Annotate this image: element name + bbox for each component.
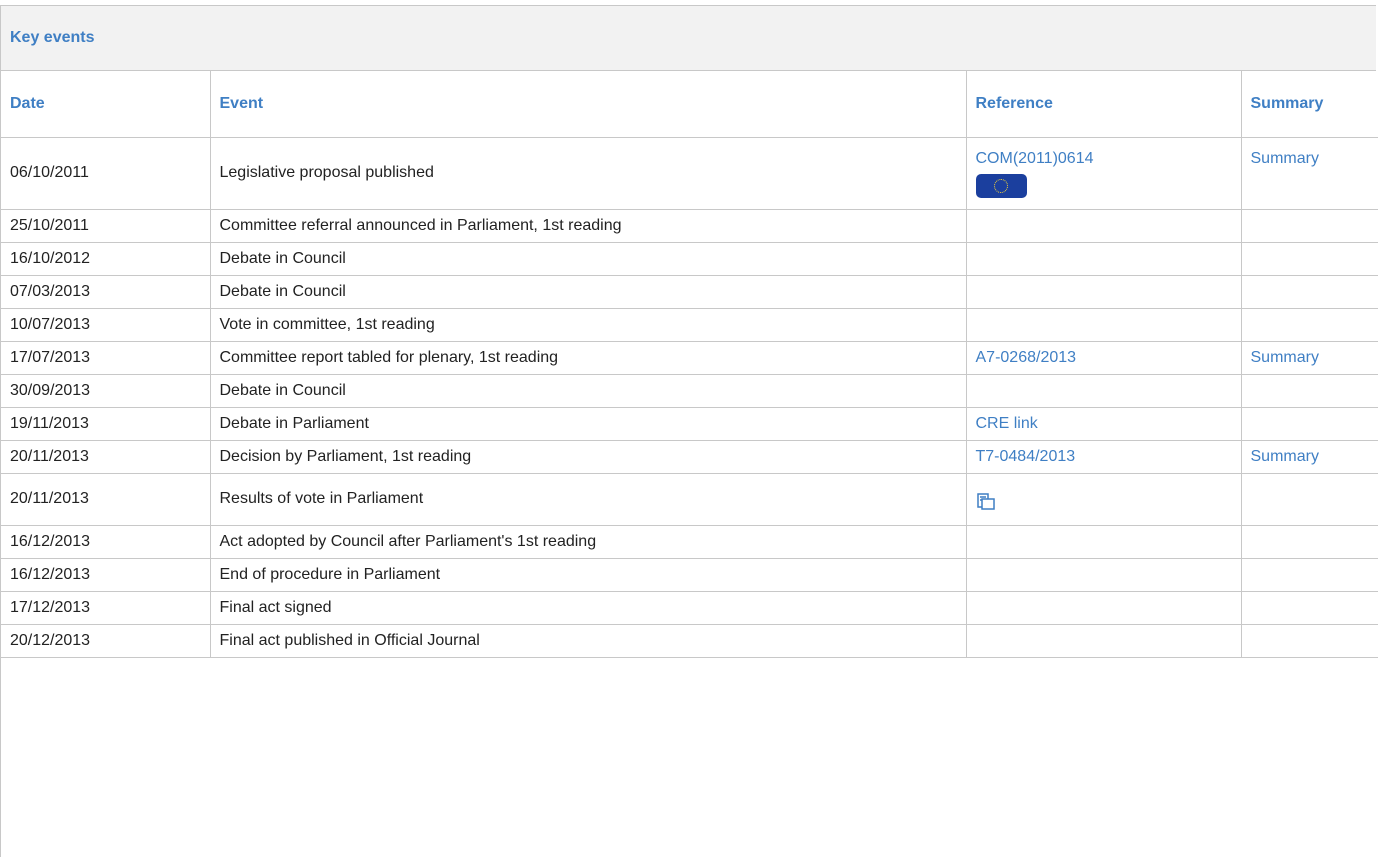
table-row: 17/12/2013 Final act signed: [1, 591, 1378, 625]
panel-header: Key events: [1, 6, 1376, 71]
reference-cell: [966, 374, 1242, 408]
reference-cell: [966, 308, 1242, 342]
table-row: 16/12/2013 Act adopted by Council after …: [1, 525, 1378, 559]
summary-cell: [1241, 209, 1378, 243]
eu-flag-icon[interactable]: [975, 173, 1027, 198]
reference-cell: CRE link: [966, 407, 1242, 441]
cre-link[interactable]: CRE link: [976, 415, 1038, 432]
summary-cell: [1241, 242, 1378, 276]
reference-cell: [966, 624, 1242, 658]
reference-cell: [966, 473, 1242, 526]
reference-cell: [966, 591, 1242, 625]
event-cell: Debate in Council: [210, 374, 967, 408]
event-cell: Debate in Parliament: [210, 407, 967, 441]
event-cell: Results of vote in Parliament: [210, 473, 967, 526]
column-header-reference: Reference: [966, 71, 1242, 138]
summary-cell: [1241, 525, 1378, 559]
event-cell: Committee report tabled for plenary, 1st…: [210, 341, 967, 375]
column-header-event: Event: [210, 71, 967, 138]
summary-cell: [1241, 407, 1378, 441]
date-cell: 25/10/2011: [1, 209, 211, 243]
summary-cell: [1241, 558, 1378, 592]
event-cell: Final act signed: [210, 591, 967, 625]
table-row: 16/10/2012 Debate in Council: [1, 242, 1378, 276]
reference-cell: [966, 242, 1242, 276]
date-cell: 30/09/2013: [1, 374, 211, 408]
date-cell: 17/12/2013: [1, 591, 211, 625]
event-cell: Debate in Council: [210, 242, 967, 276]
summary-cell: [1241, 591, 1378, 625]
reference-link[interactable]: A7-0268/2013: [976, 349, 1077, 366]
event-cell: Committee referral announced in Parliame…: [210, 209, 967, 243]
event-cell: Decision by Parliament, 1st reading: [210, 440, 967, 474]
table-row: 10/07/2013 Vote in committee, 1st readin…: [1, 308, 1378, 342]
summary-cell: [1241, 275, 1378, 309]
event-cell: Legislative proposal published: [210, 137, 967, 210]
reference-cell: [966, 525, 1242, 559]
date-cell: 16/10/2012: [1, 242, 211, 276]
key-events-table: Date Event Reference Summary 06/10/2011 …: [1, 71, 1378, 658]
reference-cell: T7-0484/2013: [966, 440, 1242, 474]
date-cell: 07/03/2013: [1, 275, 211, 309]
table-row: 06/10/2011 Legislative proposal publishe…: [1, 137, 1378, 210]
date-cell: 06/10/2011: [1, 137, 211, 210]
table-row: 20/11/2013 Results of vote in Parliament: [1, 473, 1378, 526]
table-row: 19/11/2013 Debate in Parliament CRE link: [1, 407, 1378, 441]
summary-cell: Summary: [1241, 137, 1378, 210]
reference-cell: A7-0268/2013: [966, 341, 1242, 375]
table-row: 30/09/2013 Debate in Council: [1, 374, 1378, 408]
table-row: 20/12/2013 Final act published in Offici…: [1, 624, 1378, 658]
summary-link[interactable]: Summary: [1251, 150, 1319, 167]
date-cell: 20/11/2013: [1, 440, 211, 474]
column-header-date: Date: [1, 71, 211, 138]
key-events-panel: Key events Date Event Reference Summary …: [0, 5, 1378, 857]
date-cell: 16/12/2013: [1, 525, 211, 559]
event-cell: Debate in Council: [210, 275, 967, 309]
date-cell: 20/12/2013: [1, 624, 211, 658]
reference-cell: [966, 275, 1242, 309]
table-row: 25/10/2011 Committee referral announced …: [1, 209, 1378, 243]
column-header-summary: Summary: [1241, 71, 1378, 138]
event-cell: Vote in committee, 1st reading: [210, 308, 967, 342]
event-cell: Act adopted by Council after Parliament'…: [210, 525, 967, 559]
table-row: 17/07/2013 Committee report tabled for p…: [1, 341, 1378, 375]
date-cell: 17/07/2013: [1, 341, 211, 375]
summary-cell: Summary: [1241, 440, 1378, 474]
date-cell: 20/11/2013: [1, 473, 211, 526]
reference-link[interactable]: COM(2011)0614: [976, 150, 1094, 167]
summary-cell: [1241, 308, 1378, 342]
summary-cell: [1241, 374, 1378, 408]
vote-results-icon[interactable]: [976, 491, 996, 511]
summary-cell: [1241, 473, 1378, 526]
summary-cell: Summary: [1241, 341, 1378, 375]
reference-link[interactable]: T7-0484/2013: [976, 448, 1076, 465]
event-cell: Final act published in Official Journal: [210, 624, 967, 658]
panel-title: Key events: [10, 29, 95, 46]
reference-cell: COM(2011)0614: [966, 137, 1242, 210]
table-header-row: Date Event Reference Summary: [1, 71, 1378, 138]
summary-cell: [1241, 624, 1378, 658]
event-cell: End of procedure in Parliament: [210, 558, 967, 592]
table-row: 07/03/2013 Debate in Council: [1, 275, 1378, 309]
summary-link[interactable]: Summary: [1251, 349, 1319, 366]
date-cell: 19/11/2013: [1, 407, 211, 441]
summary-link[interactable]: Summary: [1251, 448, 1319, 465]
table-row: 20/11/2013 Decision by Parliament, 1st r…: [1, 440, 1378, 474]
date-cell: 16/12/2013: [1, 558, 211, 592]
reference-cell: [966, 558, 1242, 592]
reference-cell: [966, 209, 1242, 243]
date-cell: 10/07/2013: [1, 308, 211, 342]
table-row: 16/12/2013 End of procedure in Parliamen…: [1, 558, 1378, 592]
